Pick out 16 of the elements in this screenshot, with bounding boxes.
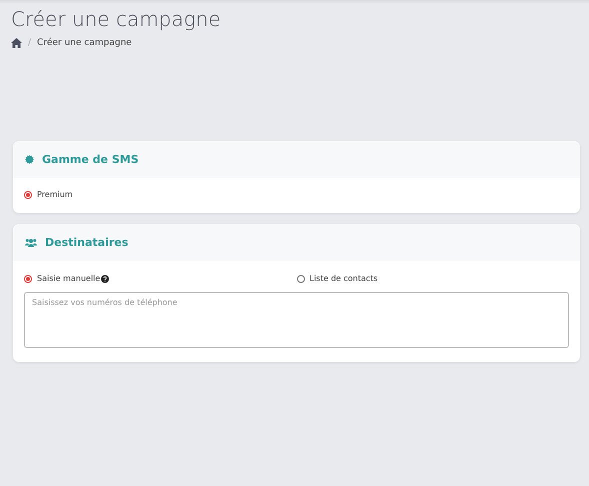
breadcrumb-separator: / xyxy=(28,38,32,48)
help-icon[interactable] xyxy=(101,274,110,282)
radio-label[interactable]: Premium xyxy=(37,190,73,199)
radio-label[interactable]: Saisie manuelle xyxy=(37,274,100,283)
radio-label[interactable]: Liste de contacts xyxy=(310,274,378,283)
card-title: Gamme de SMS xyxy=(42,153,139,166)
card-title: Destinataires xyxy=(45,236,128,249)
breadcrumb-item: Créer une campagne xyxy=(37,38,132,48)
radio-button[interactable] xyxy=(296,274,304,282)
home-icon[interactable] xyxy=(11,38,22,48)
users-icon xyxy=(25,238,37,248)
radio-button[interactable] xyxy=(24,190,32,198)
phone-numbers-field[interactable]: Saisissez vos numéros de téléphone xyxy=(24,292,569,348)
radio-button[interactable] xyxy=(24,274,32,282)
gear-icon xyxy=(25,155,34,164)
page-title: Créer une campagne xyxy=(11,6,222,32)
